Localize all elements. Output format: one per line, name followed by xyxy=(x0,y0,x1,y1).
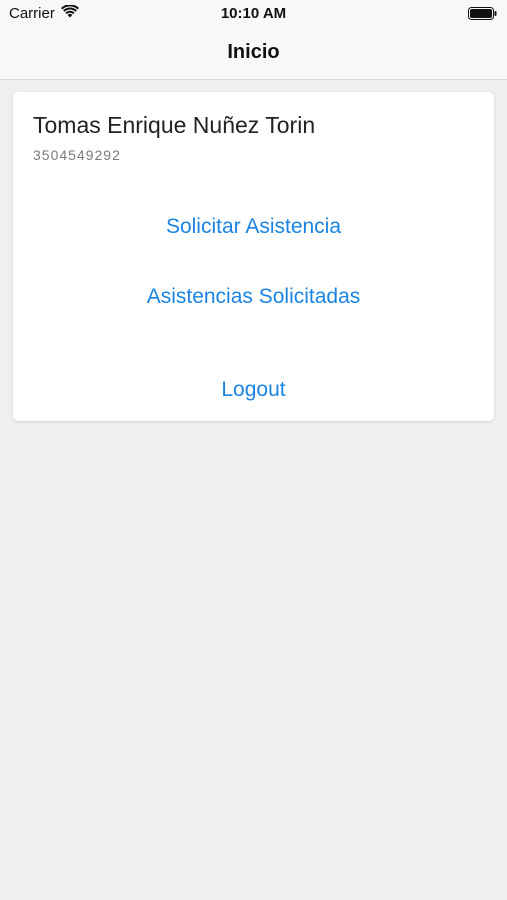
navigation-bar: Inicio xyxy=(0,28,507,80)
request-assistance-button[interactable]: Solicitar Asistencia xyxy=(13,215,494,239)
profile-card: Tomas Enrique Nuñez Torin 3504549292 Sol… xyxy=(13,92,494,421)
status-time: 10:10 AM xyxy=(220,5,287,22)
requested-assistances-button[interactable]: Asistencias Solicitadas xyxy=(13,285,494,309)
battery-icon xyxy=(468,7,498,20)
user-name: Tomas Enrique Nuñez Torin xyxy=(33,112,316,138)
user-phone: 3504549292 xyxy=(33,147,121,163)
logout-button[interactable]: Logout xyxy=(13,378,494,402)
page-title: Inicio xyxy=(227,41,280,63)
status-bar: Carrier 10:10 AM xyxy=(0,0,507,28)
